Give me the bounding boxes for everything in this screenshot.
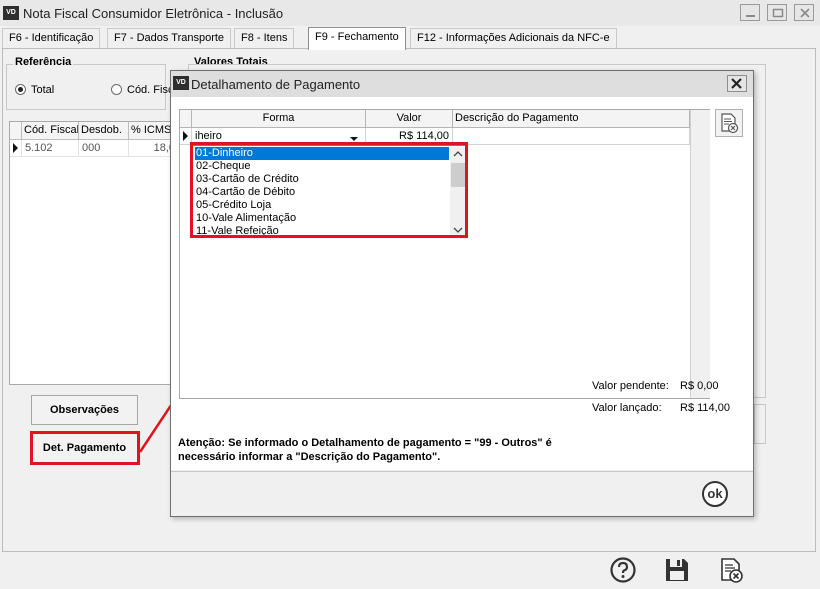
valor-lancado-value: R$ 114,00 [680,402,730,414]
dialog-title: Detalhamento de Pagamento [191,77,361,92]
payment-header-valor[interactable]: Valor [366,110,453,128]
dropdown-highlight [190,142,468,238]
dialog-footer: ok [171,471,753,516]
valor-pendente-label: Valor pendente: [592,380,669,392]
detalhamento-pagamento-dialog: VD Detalhamento de Pagamento Forma Valor… [170,70,754,517]
remove-payment-button[interactable] [715,109,743,137]
payment-header-descricao[interactable]: Descrição do Pagamento [453,110,690,128]
payment-header-forma[interactable]: Forma [192,110,366,128]
attention-note-line1: Atenção: Se informado o Detalhamento de … [178,437,552,449]
descricao-cell[interactable] [453,128,690,145]
dialog-titlebar: VD Detalhamento de Pagamento [171,71,753,97]
dialog-close-button[interactable] [727,75,747,92]
valor-pendente-value: R$ 0,00 [680,380,719,392]
payment-grid-indicator-header [180,110,192,128]
close-icon [731,78,742,89]
dialog-logo-icon: VD [173,76,189,90]
valor-lancado-label: Valor lançado: [592,402,662,414]
cancel-document-icon [721,113,739,134]
tab-fechamento[interactable]: F9 - Fechamento [308,27,406,50]
payment-grid-scroll-area [690,110,710,398]
attention-note: Atenção: Se informado o Detalhamento de … [178,436,552,464]
ok-button[interactable]: ok [702,481,728,507]
attention-note-line2: necessário informar a "Descrição do Paga… [178,451,441,463]
